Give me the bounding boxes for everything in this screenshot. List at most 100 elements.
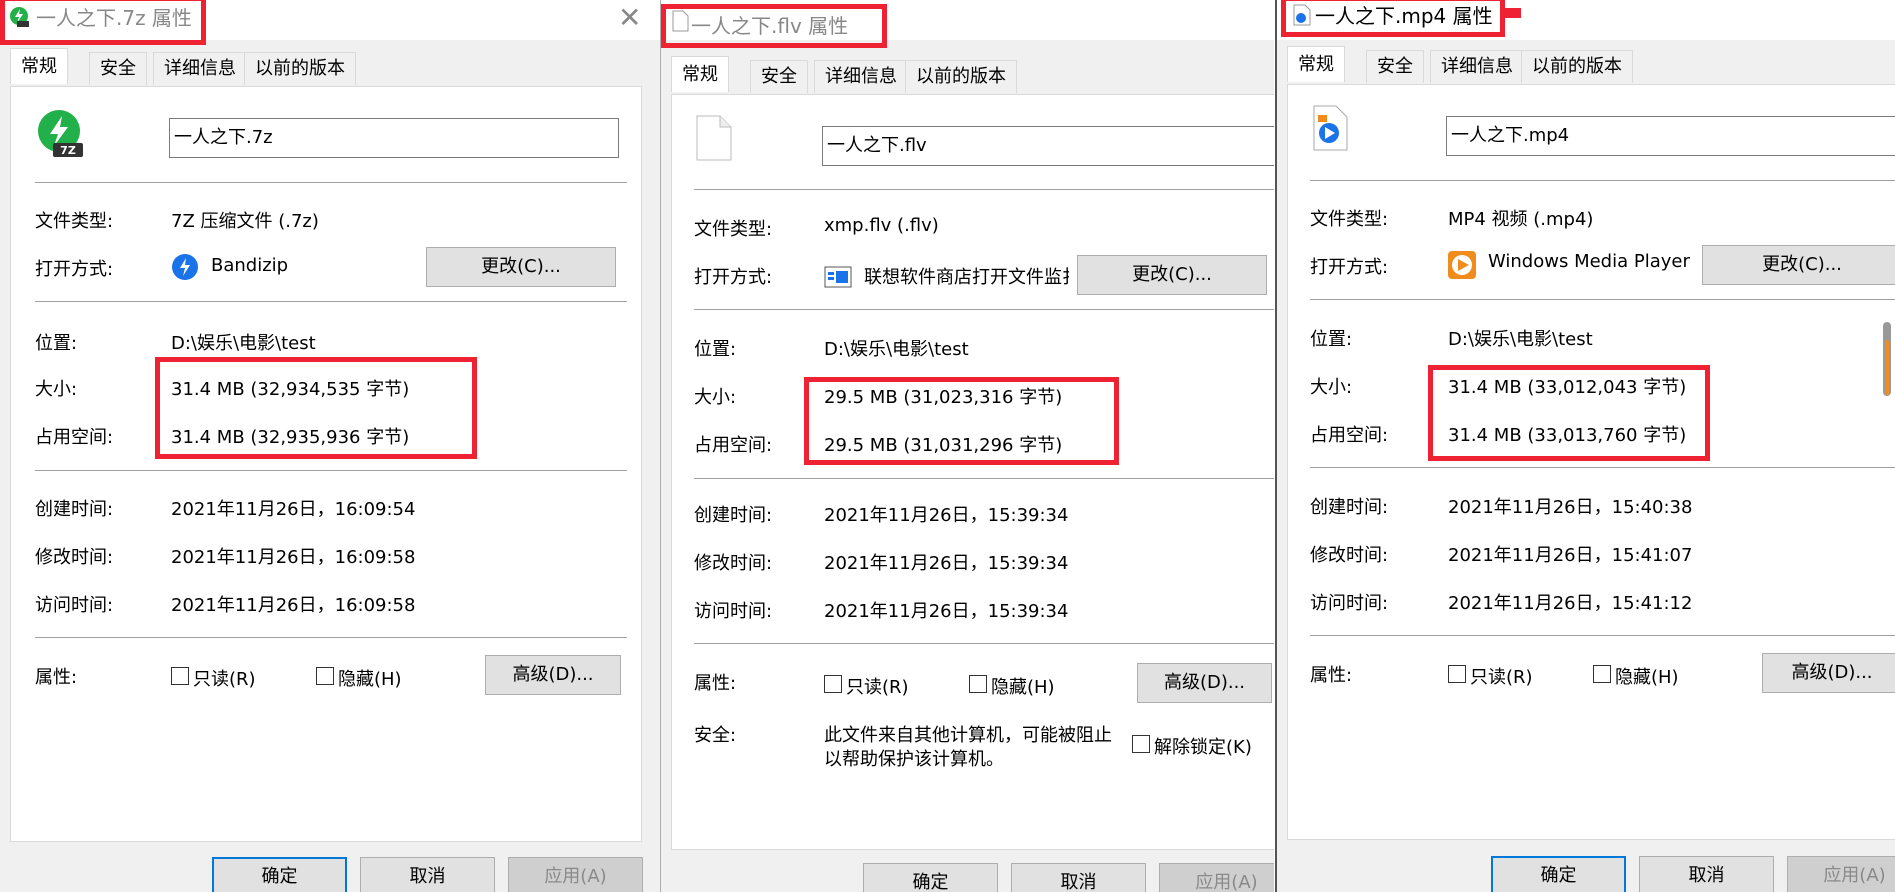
change-button[interactable]: 更改(C)... <box>1702 245 1895 285</box>
tab-general[interactable]: 常规 <box>671 56 729 92</box>
unblock-checkbox[interactable] <box>1132 735 1150 753</box>
created-label: 创建时间: <box>694 505 773 526</box>
tab-details[interactable]: 详细信息 <box>814 60 908 93</box>
properties-dialog-flv: 一人之下.flv 属性 常规 安全 详细信息 以前的版本 一人之下.flv 文件… <box>660 0 1274 892</box>
apply-button[interactable]: 应用(A) <box>1787 856 1895 892</box>
divider <box>694 309 1274 310</box>
location-label: 位置: <box>35 333 78 354</box>
size-label: 大小: <box>1310 377 1353 398</box>
highlight-title <box>0 0 206 45</box>
cancel-button[interactable]: 取消 <box>360 857 495 892</box>
modified-value: 2021年11月26日，15:41:07 <box>1448 545 1693 566</box>
close-icon[interactable]: ✕ <box>618 1 641 34</box>
hidden-label: 隐藏(H) <box>991 677 1055 698</box>
unblock-label: 解除锁定(K) <box>1154 737 1252 758</box>
location-label: 位置: <box>1310 329 1353 350</box>
blank-file-icon <box>696 115 732 161</box>
bandizip-icon <box>172 254 198 280</box>
divider <box>35 470 627 471</box>
highlight-size <box>155 357 477 459</box>
apply-button[interactable]: 应用(A) <box>508 857 643 892</box>
size-on-disk-label: 占用空间: <box>694 435 773 456</box>
divider <box>35 637 627 638</box>
advanced-button[interactable]: 高级(D)... <box>1137 663 1272 703</box>
filename-input[interactable]: 一人之下.7z <box>169 118 619 158</box>
type-label: 文件类型: <box>1310 209 1389 230</box>
hidden-checkbox[interactable] <box>969 675 987 693</box>
readonly-checkbox[interactable] <box>1448 665 1466 683</box>
modified-value: 2021年11月26日，15:39:34 <box>824 553 1069 574</box>
filename-input[interactable]: 一人之下.flv <box>822 126 1274 166</box>
created-value: 2021年11月26日，15:40:38 <box>1448 497 1693 518</box>
attributes-label: 属性: <box>694 673 737 694</box>
general-panel: 7Z 一人之下.7z 文件类型: 7Z 压缩文件 (.7z) 打开方式: Ban… <box>10 86 642 842</box>
general-panel: 一人之下.mp4 文件类型: MP4 视频 (.mp4) 打开方式: Windo… <box>1287 84 1895 840</box>
created-label: 创建时间: <box>35 499 114 520</box>
apply-button[interactable]: 应用(A) <box>1159 863 1274 892</box>
scrollbar-indicator <box>1885 340 1889 395</box>
properties-dialog-7z: 一人之下.7z 属性 ✕ 常规 安全 详细信息 以前的版本 7Z 一人之下.7z… <box>0 0 660 892</box>
type-value: MP4 视频 (.mp4) <box>1448 209 1594 230</box>
properties-dialog-mp4: 一人之下.mp4 属性 常规 安全 详细信息 以前的版本 一人之下.mp4 文件… <box>1275 0 1895 892</box>
advanced-button[interactable]: 高级(D)... <box>485 655 621 695</box>
icon-badge: 7Z <box>60 144 76 157</box>
security-label: 安全: <box>694 725 737 746</box>
change-button[interactable]: 更改(C)... <box>1077 255 1267 295</box>
cancel-button[interactable]: 取消 <box>1639 856 1774 892</box>
modified-label: 修改时间: <box>694 553 773 574</box>
divider <box>694 478 1274 479</box>
location-value: D:\娱乐\电影\test <box>171 333 316 354</box>
accessed-value: 2021年11月26日，16:09:58 <box>171 595 416 616</box>
opens-with-value: Windows Media Player <box>1488 251 1690 272</box>
divider <box>1310 467 1895 468</box>
hidden-checkbox[interactable] <box>316 667 334 685</box>
type-value: 7Z 压缩文件 (.7z) <box>171 211 319 232</box>
wmp-icon <box>1448 251 1476 279</box>
change-button[interactable]: 更改(C)... <box>426 247 616 287</box>
ok-button[interactable]: 确定 <box>863 863 998 892</box>
size-on-disk-label: 占用空间: <box>1310 425 1389 446</box>
readonly-checkbox[interactable] <box>171 667 189 685</box>
divider <box>694 189 1274 190</box>
security-text-2: 以帮助保护该计算机。 <box>824 749 1004 770</box>
tab-security[interactable]: 安全 <box>1366 50 1424 83</box>
divider <box>1310 299 1895 300</box>
tab-details[interactable]: 详细信息 <box>1430 50 1524 83</box>
tab-security[interactable]: 安全 <box>89 52 147 85</box>
modified-label: 修改时间: <box>1310 545 1389 566</box>
tab-previous-versions[interactable]: 以前的版本 <box>1521 50 1633 83</box>
tab-previous-versions[interactable]: 以前的版本 <box>905 60 1017 93</box>
divider <box>1310 180 1895 181</box>
hidden-checkbox[interactable] <box>1593 665 1611 683</box>
accessed-label: 访问时间: <box>35 595 114 616</box>
readonly-checkbox[interactable] <box>824 675 842 693</box>
mp4-video-icon <box>1313 105 1348 151</box>
type-label: 文件类型: <box>35 211 114 232</box>
size-on-disk-label: 占用空间: <box>35 427 114 448</box>
tab-details[interactable]: 详细信息 <box>153 52 247 85</box>
opens-with-value: Bandizip <box>211 255 289 276</box>
modified-value: 2021年11月26日，16:09:58 <box>171 547 416 568</box>
readonly-label: 只读(R) <box>1470 667 1533 688</box>
tab-previous-versions[interactable]: 以前的版本 <box>244 52 356 85</box>
tab-security[interactable]: 安全 <box>750 60 808 93</box>
advanced-button[interactable]: 高级(D)... <box>1762 653 1895 693</box>
location-value: D:\娱乐\电影\test <box>824 339 969 360</box>
divider <box>1310 635 1895 636</box>
accessed-label: 访问时间: <box>1310 593 1389 614</box>
tab-general[interactable]: 常规 <box>10 48 68 84</box>
created-value: 2021年11月26日，15:39:34 <box>824 505 1069 526</box>
filename-input[interactable]: 一人之下.mp4 <box>1446 116 1895 156</box>
tab-general[interactable]: 常规 <box>1287 46 1345 82</box>
accessed-value: 2021年11月26日，15:41:12 <box>1448 593 1693 614</box>
opens-with-label: 打开方式: <box>35 259 114 280</box>
ok-button[interactable]: 确定 <box>1491 856 1626 892</box>
readonly-label: 只读(R) <box>193 669 256 690</box>
highlight-title <box>1281 0 1505 37</box>
ok-button[interactable]: 确定 <box>212 857 347 892</box>
readonly-label: 只读(R) <box>846 677 909 698</box>
divider <box>694 643 1274 644</box>
highlight-title <box>661 4 887 48</box>
size-label: 大小: <box>694 387 737 408</box>
cancel-button[interactable]: 取消 <box>1011 863 1146 892</box>
